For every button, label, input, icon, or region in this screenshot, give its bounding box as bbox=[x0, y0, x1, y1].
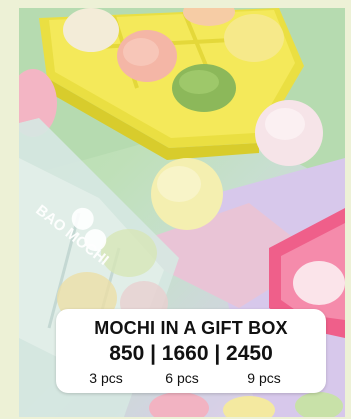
quantity-label-3: 3 pcs bbox=[89, 370, 123, 386]
price-card: MOCHI IN A GIFT BOX 850 | 1660 | 2450 3 … bbox=[56, 309, 326, 393]
mochi-promo-image: BAO MOCHI MOCHI IN A GIFT BOX 850 | 1660… bbox=[0, 0, 351, 419]
product-title: MOCHI IN A GIFT BOX bbox=[94, 318, 288, 338]
quantity-label-9: 9 pcs bbox=[247, 370, 281, 386]
price-list: 850 | 1660 | 2450 bbox=[109, 342, 273, 365]
quantity-label-6: 6 pcs bbox=[165, 370, 199, 386]
